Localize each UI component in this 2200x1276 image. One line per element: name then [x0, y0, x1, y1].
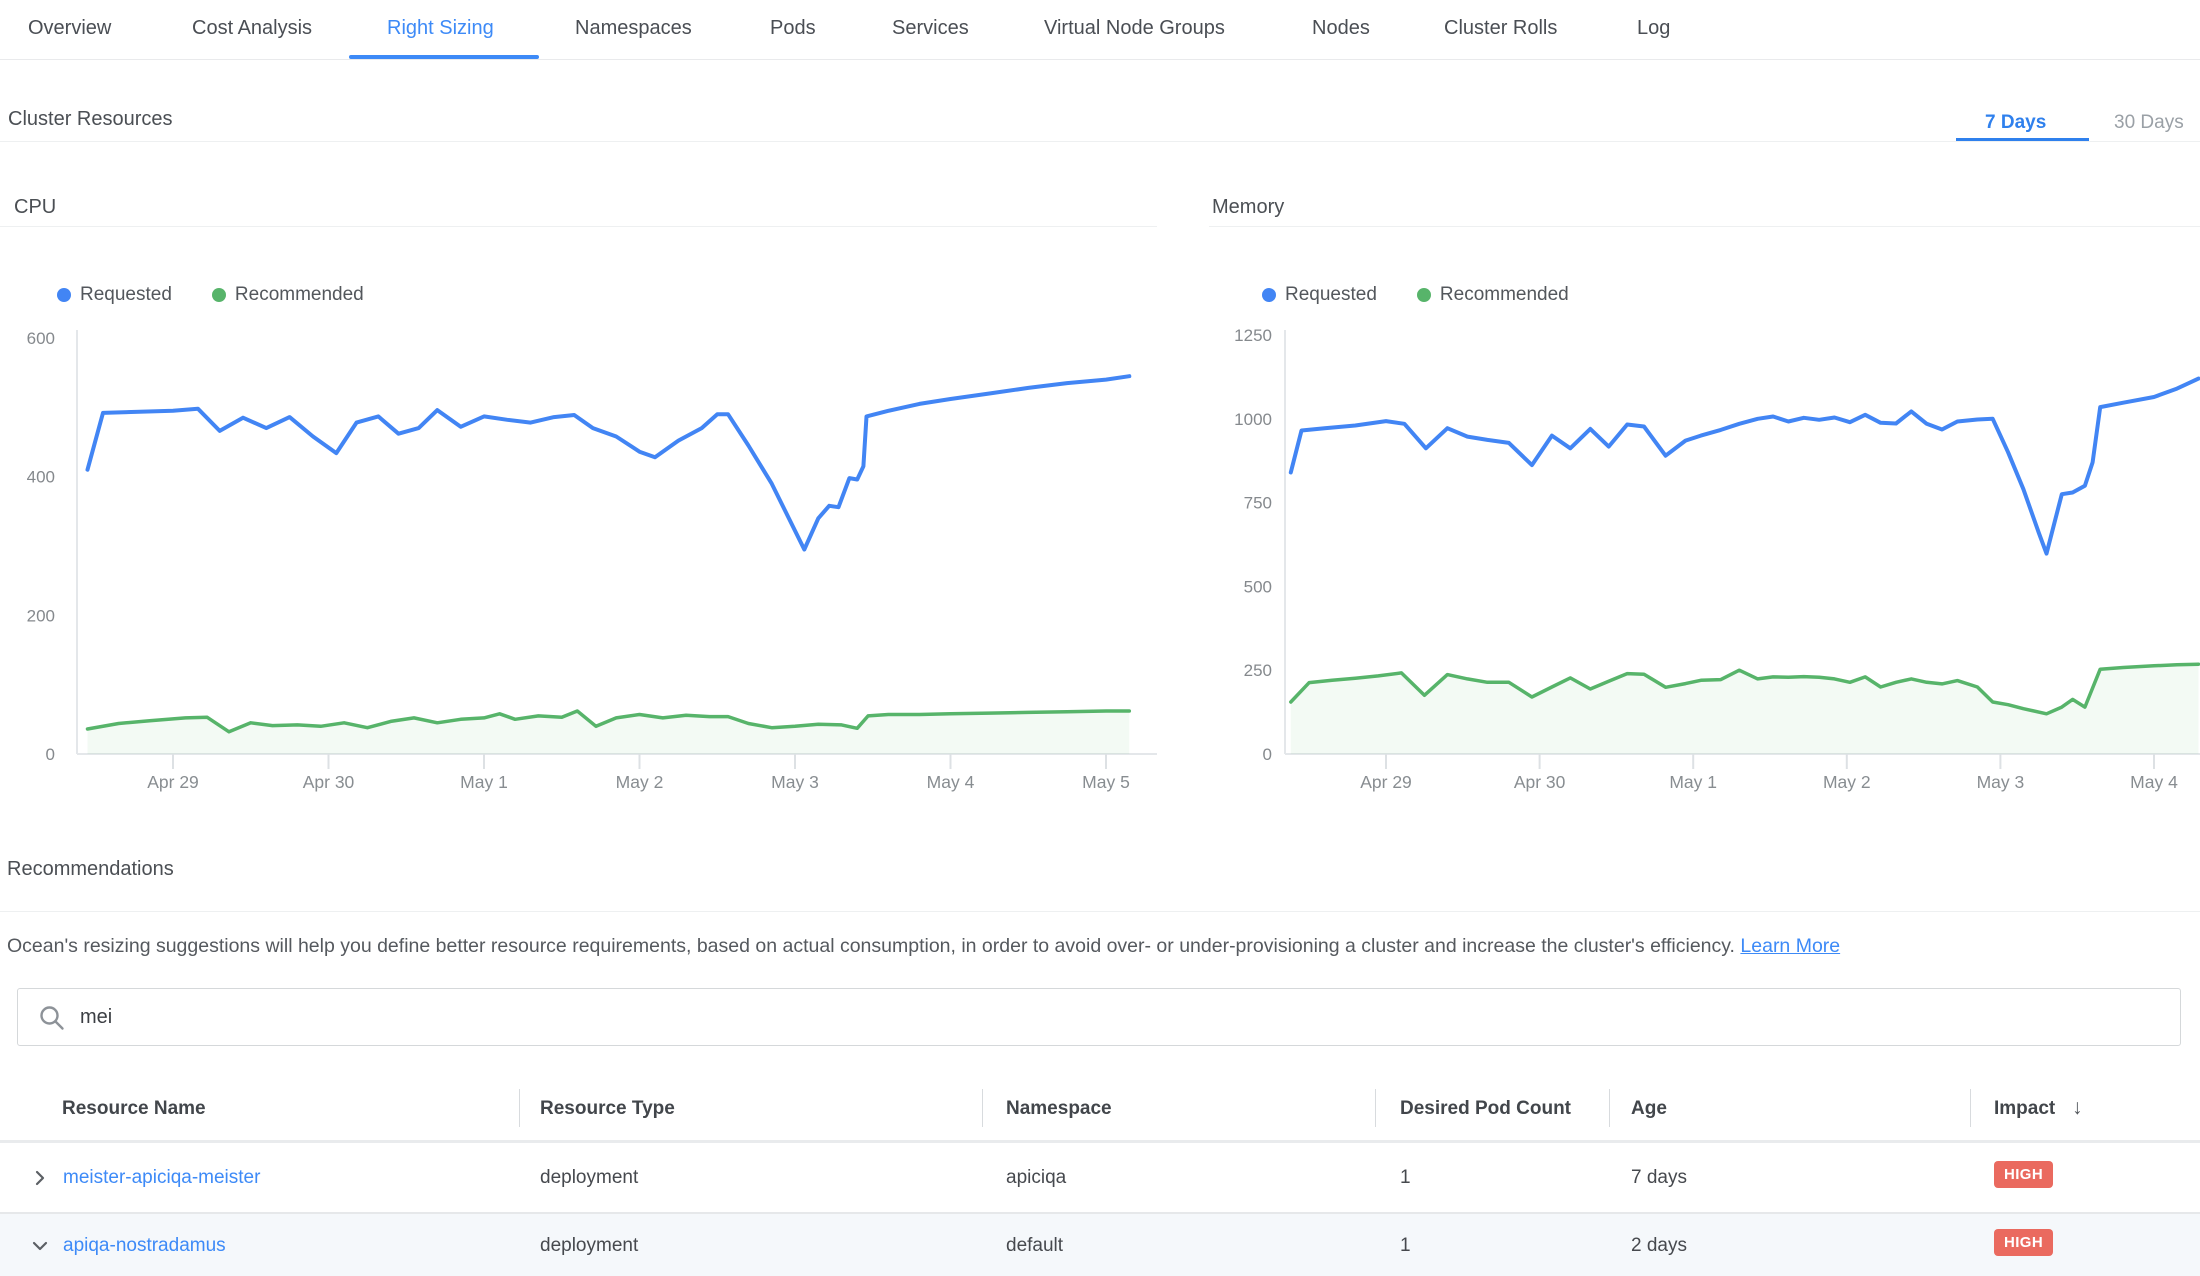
- svg-text:400: 400: [27, 468, 55, 487]
- memory-line-chart: 0 250 500 750 1000 1250 Apr 29 Apr 30 May 1 May 2…: [1200, 300, 2200, 800]
- cpu-title-divider: [0, 226, 1157, 227]
- svg-text:May 5: May 5: [1082, 772, 1130, 792]
- impact-badge-high: HIGH: [1994, 1229, 2053, 1256]
- cell-namespace: apiciqa: [1006, 1167, 1066, 1189]
- column-header-resource-type: Resource Type: [540, 1098, 675, 1120]
- column-header-impact[interactable]: Impact: [1994, 1098, 2055, 1120]
- svg-text:May 2: May 2: [1823, 772, 1871, 792]
- memory-chart-title: Memory: [1212, 196, 1284, 219]
- svg-text:Apr 30: Apr 30: [1514, 772, 1566, 792]
- cell-namespace: default: [1006, 1235, 1063, 1257]
- svg-text:May 3: May 3: [1977, 772, 2025, 792]
- resource-name-link[interactable]: meister-apiciqa-meister: [63, 1167, 260, 1189]
- recommendations-description-text: Ocean's resizing suggestions will help y…: [7, 935, 1740, 957]
- header-divider: [0, 141, 2200, 142]
- resource-name-link[interactable]: apiqa-nostradamus: [63, 1235, 226, 1257]
- cpu-chart-title: CPU: [14, 196, 56, 219]
- table-header: Resource Name Resource Type Namespace Desir…: [0, 1085, 2200, 1143]
- svg-text:600: 600: [27, 329, 55, 348]
- cluster-resources-title: Cluster Resources: [8, 108, 173, 131]
- column-separator: [1375, 1089, 1376, 1127]
- svg-text:May 1: May 1: [1669, 772, 1717, 792]
- tab-right-sizing[interactable]: Right Sizing: [387, 17, 494, 40]
- column-header-desired-pod-count: Desired Pod Count: [1400, 1098, 1571, 1120]
- tab-services[interactable]: Services: [892, 17, 969, 40]
- svg-text:May 2: May 2: [616, 772, 664, 792]
- svg-text:May 4: May 4: [2130, 772, 2178, 792]
- recommendations-title: Recommendations: [7, 858, 174, 881]
- tab-cluster-rolls[interactable]: Cluster Rolls: [1444, 17, 1557, 40]
- range-tab-30-days[interactable]: 30 Days: [2114, 112, 2184, 134]
- tab-cost-analysis[interactable]: Cost Analysis: [192, 17, 312, 40]
- table-row[interactable]: apiqa-nostradamus deployment default 1 2 day…: [0, 1212, 2200, 1276]
- svg-text:200: 200: [27, 606, 55, 625]
- tab-virtual-node-groups[interactable]: Virtual Node Groups: [1044, 17, 1225, 40]
- svg-text:May 4: May 4: [927, 772, 975, 792]
- table-row[interactable]: meister-apiciqa-meister deployment apiciqa…: [0, 1146, 2200, 1210]
- svg-text:Apr 29: Apr 29: [1360, 772, 1412, 792]
- svg-text:0: 0: [46, 745, 55, 764]
- cell-resource-type: deployment: [540, 1235, 638, 1257]
- tab-pods[interactable]: Pods: [770, 17, 816, 40]
- tab-namespaces[interactable]: Namespaces: [575, 17, 692, 40]
- cell-desired-pod-count: 1: [1400, 1235, 1411, 1257]
- search-box: [17, 988, 2181, 1046]
- cell-desired-pod-count: 1: [1400, 1167, 1411, 1189]
- impact-badge-high: HIGH: [1994, 1161, 2053, 1188]
- cell-age: 7 days: [1631, 1167, 1687, 1189]
- svg-text:May 1: May 1: [460, 772, 508, 792]
- cell-age: 2 days: [1631, 1235, 1687, 1257]
- svg-text:Apr 30: Apr 30: [303, 772, 355, 792]
- column-header-age: Age: [1631, 1098, 1667, 1120]
- tab-log[interactable]: Log: [1637, 17, 1670, 40]
- search-icon: [38, 1004, 66, 1032]
- learn-more-link[interactable]: Learn More: [1740, 935, 1840, 957]
- cpu-line-chart: 0 200 400 600 Apr 29 Apr 30 May 1 May 2 May 3 May…: [0, 300, 1160, 800]
- cell-resource-type: deployment: [540, 1167, 638, 1189]
- range-tab-7-days[interactable]: 7 Days: [1985, 112, 2046, 134]
- svg-text:500: 500: [1244, 577, 1272, 596]
- column-separator: [982, 1089, 983, 1127]
- svg-text:May 3: May 3: [771, 772, 819, 792]
- recommendations-divider: [0, 911, 2200, 912]
- column-header-resource-name: Resource Name: [62, 1098, 206, 1120]
- svg-text:750: 750: [1244, 494, 1272, 513]
- column-separator: [1970, 1089, 1971, 1127]
- chevron-right-icon[interactable]: [30, 1168, 50, 1193]
- column-separator: [519, 1089, 520, 1127]
- chevron-down-icon[interactable]: [30, 1236, 50, 1261]
- active-tab-underline: [349, 55, 539, 59]
- column-separator: [1609, 1089, 1610, 1127]
- svg-text:1000: 1000: [1234, 410, 1272, 429]
- svg-text:1250: 1250: [1234, 326, 1272, 345]
- search-input[interactable]: [80, 990, 2160, 1044]
- svg-text:250: 250: [1244, 661, 1272, 680]
- svg-text:0: 0: [1263, 745, 1272, 764]
- recommendations-description: Ocean's resizing suggestions will help y…: [7, 932, 2167, 960]
- tab-overview[interactable]: Overview: [28, 17, 111, 40]
- column-header-namespace: Namespace: [1006, 1098, 1112, 1120]
- svg-text:Apr 29: Apr 29: [147, 772, 199, 792]
- top-tab-bar: Overview Cost Analysis Right Sizing Namespa…: [0, 0, 2200, 60]
- sort-descending-icon[interactable]: ↓: [2072, 1096, 2083, 1120]
- table-header-band: [0, 1140, 2200, 1143]
- tab-nodes[interactable]: Nodes: [1312, 17, 1370, 40]
- memory-title-divider: [1209, 226, 2200, 227]
